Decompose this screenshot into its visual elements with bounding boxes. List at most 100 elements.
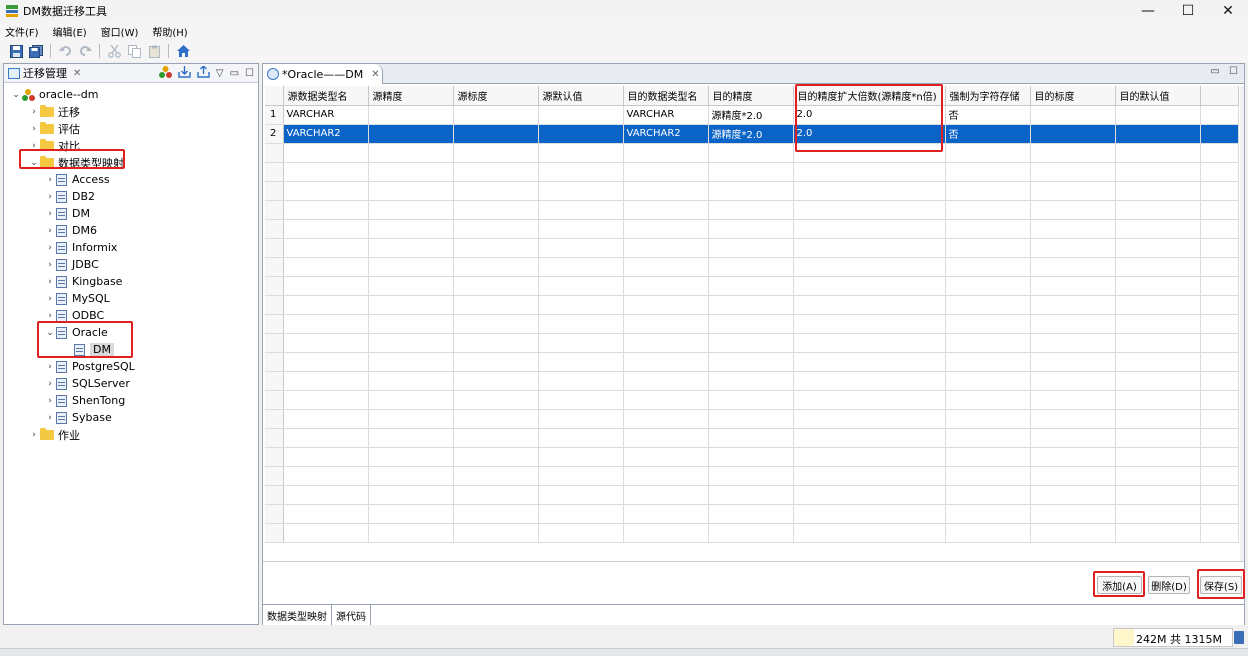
tree-node-jobs[interactable]: › 作业 (4, 426, 258, 443)
table-cell[interactable] (453, 105, 539, 125)
chevron-right-icon[interactable]: › (28, 107, 40, 117)
view-title[interactable]: 迁移管理 (23, 65, 67, 81)
tree-node-kingbase[interactable]: › Kingbase (4, 273, 258, 290)
table-cell[interactable]: VARCHAR (283, 105, 369, 125)
column-header[interactable]: 源标度 (453, 86, 539, 106)
new-connection-icon[interactable] (158, 65, 172, 81)
chevron-right-icon[interactable]: › (44, 209, 56, 219)
chevron-right-icon[interactable]: › (44, 379, 56, 389)
vertical-scrollbar[interactable] (1240, 86, 1244, 561)
empty-cell (793, 485, 946, 505)
column-header[interactable]: 目的标度 (1030, 86, 1116, 106)
table-cell[interactable]: 否 (945, 124, 1031, 144)
import-icon[interactable] (178, 65, 191, 81)
table-cell[interactable] (368, 105, 454, 125)
database-icon (56, 360, 67, 373)
tab-type-mapping[interactable]: 数据类型映射 (263, 605, 332, 625)
tree-node-jdbc[interactable]: › JDBC (4, 256, 258, 273)
chevron-right-icon[interactable]: › (44, 294, 56, 304)
tree-node-informix[interactable]: › Informix (4, 239, 258, 256)
copy-icon[interactable] (127, 44, 141, 58)
table-row-selected[interactable]: 2 VARCHAR2 VARCHAR2 源精度*2.0 2.0 否 (265, 124, 1239, 144)
chevron-right-icon[interactable]: › (44, 192, 56, 202)
empty-cell (283, 447, 369, 467)
menu-help[interactable]: 帮助(H) (152, 24, 187, 39)
column-header[interactable]: 源精度 (368, 86, 454, 106)
chevron-right-icon[interactable]: › (28, 124, 40, 134)
minimize-editor-icon[interactable]: ▭ (1210, 66, 1219, 77)
delete-button[interactable]: 删除(D) (1148, 576, 1190, 594)
menu-file[interactable]: 文件(F) (5, 24, 39, 39)
table-cell[interactable] (1030, 124, 1116, 144)
tree-node-access[interactable]: › Access (4, 171, 258, 188)
export-icon[interactable] (197, 64, 210, 81)
table-row[interactable]: 1 VARCHAR VARCHAR 源精度*2.0 2.0 否 (265, 105, 1239, 125)
tree-node-dm[interactable]: › DM (4, 205, 258, 222)
tree-node-dm6[interactable]: › DM6 (4, 222, 258, 239)
table-cell[interactable] (1115, 124, 1201, 144)
home-icon[interactable] (176, 44, 190, 58)
chevron-right-icon[interactable]: › (44, 311, 56, 321)
chevron-right-icon[interactable]: › (44, 175, 56, 185)
close-view-icon[interactable]: ✕ (73, 68, 81, 79)
redo-icon[interactable] (78, 44, 92, 58)
table-cell[interactable] (538, 124, 624, 144)
table-cell[interactable] (453, 124, 539, 144)
column-header[interactable]: 目的数据类型名 (623, 86, 709, 106)
table-cell[interactable] (1030, 105, 1116, 125)
table-cell[interactable]: 源精度*2.0 (708, 105, 794, 125)
empty-cell (453, 447, 539, 467)
table-cell[interactable] (1115, 105, 1201, 125)
tree-node-evaluate[interactable]: › 评估 (4, 120, 258, 137)
chevron-down-icon[interactable]: ⌄ (10, 90, 22, 100)
save-icon[interactable] (9, 44, 23, 58)
tree-node-root[interactable]: ⌄ oracle--dm (4, 86, 258, 103)
chevron-right-icon[interactable]: › (44, 413, 56, 423)
chevron-right-icon[interactable]: › (44, 277, 56, 287)
menu-window[interactable]: 窗口(W) (101, 24, 139, 39)
close-window-button[interactable]: ✕ (1208, 0, 1248, 22)
tree-node-mysql[interactable]: › MySQL (4, 290, 258, 307)
paste-icon[interactable] (147, 44, 161, 58)
chevron-right-icon[interactable]: › (44, 226, 56, 236)
chevron-right-icon[interactable]: › (44, 243, 56, 253)
editor-tab-oracle-dm[interactable]: *Oracle——DM ✕ (263, 64, 383, 84)
column-header[interactable]: 源数据类型名 (283, 86, 369, 106)
column-header[interactable]: 源默认值 (538, 86, 624, 106)
view-menu-icon[interactable]: ▽ (216, 68, 224, 79)
table-cell[interactable]: VARCHAR2 (283, 124, 369, 144)
save-all-icon[interactable] (29, 44, 43, 58)
table-cell[interactable]: VARCHAR2 (623, 124, 709, 144)
gc-trash-icon[interactable] (1234, 631, 1244, 644)
maximize-button[interactable]: ☐ (1168, 0, 1208, 22)
table-cell[interactable] (538, 105, 624, 125)
table-cell[interactable]: 否 (945, 105, 1031, 125)
table-cell[interactable]: VARCHAR (623, 105, 709, 125)
column-header[interactable]: 目的精度 (708, 86, 794, 106)
toolbar-separator (99, 44, 100, 58)
minimize-button[interactable]: — (1128, 0, 1168, 22)
cut-icon[interactable] (107, 44, 121, 58)
tree-node-sybase[interactable]: › Sybase (4, 409, 258, 426)
column-header[interactable]: 目的默认值 (1115, 86, 1201, 106)
column-header[interactable]: 强制为字符存储 (945, 86, 1031, 106)
table-cell[interactable]: 源精度*2.0 (708, 124, 794, 144)
maximize-view-icon[interactable]: ☐ (245, 68, 254, 79)
memory-indicator[interactable]: 242M 共 1315M (1113, 628, 1233, 647)
tab-source-code[interactable]: 源代码 (332, 605, 371, 625)
maximize-editor-icon[interactable]: ☐ (1229, 66, 1238, 77)
minimize-view-icon[interactable]: ▭ (230, 68, 239, 79)
undo-icon[interactable] (58, 44, 72, 58)
chevron-right-icon[interactable]: › (44, 362, 56, 372)
tree-node-migrate[interactable]: › 迁移 (4, 103, 258, 120)
tree-node-shentong[interactable]: › ShenTong (4, 392, 258, 409)
table-cell[interactable] (368, 124, 454, 144)
chevron-right-icon[interactable]: › (44, 260, 56, 270)
chevron-right-icon[interactable]: › (28, 430, 40, 440)
tree-node-sqlserver[interactable]: › SQLServer (4, 375, 258, 392)
tree-node-db2[interactable]: › DB2 (4, 188, 258, 205)
close-tab-icon[interactable]: ✕ (371, 69, 379, 80)
menu-edit[interactable]: 编辑(E) (53, 24, 87, 39)
chevron-right-icon[interactable]: › (44, 396, 56, 406)
tree-node-postgresql[interactable]: › PostgreSQL (4, 358, 258, 375)
